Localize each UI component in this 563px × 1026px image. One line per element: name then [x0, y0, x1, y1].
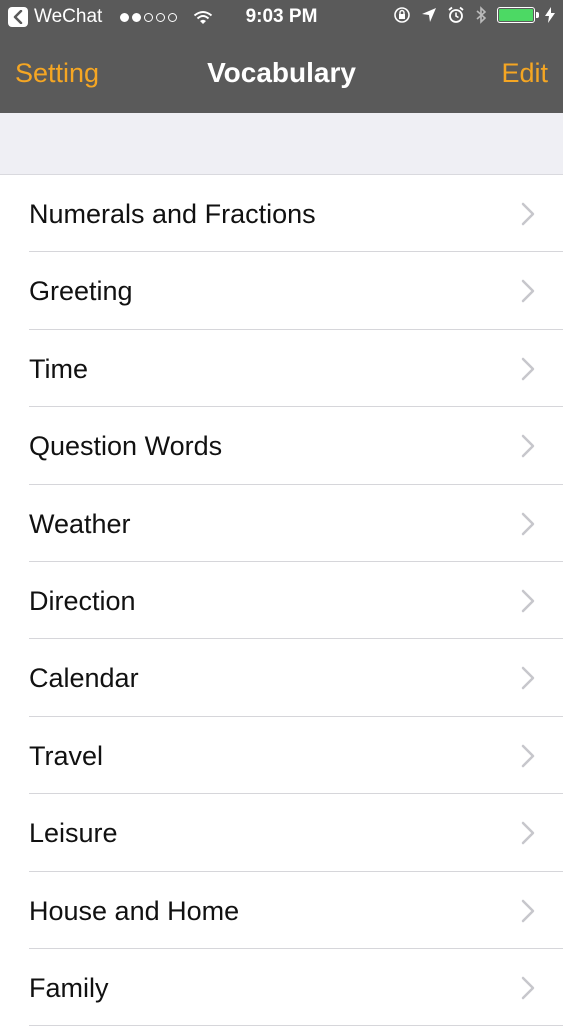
list-item[interactable]: Greeting: [0, 252, 563, 330]
list-item-label: House and Home: [29, 895, 240, 926]
list-item[interactable]: Family: [0, 949, 563, 1026]
chevron-right-icon: [521, 589, 535, 613]
list-item-label: Numerals and Fractions: [29, 199, 316, 229]
chevron-right-icon: [521, 744, 535, 767]
chevron-right-icon: [521, 202, 535, 226]
section-header-spacer: [0, 113, 563, 175]
chevron-right-icon: [521, 821, 535, 845]
list-item-label: Direction: [29, 585, 136, 616]
chevron-right-icon: [521, 434, 535, 458]
alarm-icon: [448, 6, 464, 23]
navigation-bar: Setting Vocabulary Edit: [0, 38, 563, 113]
vocabulary-list: Numerals and Fractions Greeting Time Questi…: [0, 175, 563, 1026]
list-item-label: Weather: [29, 508, 131, 539]
battery-icon: [497, 7, 539, 23]
chevron-right-icon: [521, 667, 535, 690]
battery-fill: [499, 9, 533, 21]
list-item[interactable]: Leisure: [0, 794, 563, 872]
status-right: [393, 6, 555, 24]
charging-icon: [545, 7, 555, 23]
list-item[interactable]: Question Words: [0, 407, 563, 485]
list-item[interactable]: House and Home: [0, 872, 563, 949]
list-item-label: Leisure: [29, 818, 118, 849]
chevron-right-icon: [521, 899, 535, 922]
list-item[interactable]: Calendar: [0, 639, 563, 717]
list-item-label: Time: [29, 353, 88, 384]
list-item-label: Family: [29, 972, 109, 1003]
list-item-label: Question Words: [29, 431, 223, 462]
location-icon: [422, 8, 436, 22]
top-bar: WeChat 9:03 PM Setting Vocabulary Edit: [0, 0, 563, 113]
list-item[interactable]: Numerals and Fractions: [0, 175, 563, 253]
page-title: Vocabulary: [207, 57, 356, 88]
status-bar: WeChat 9:03 PM: [0, 0, 563, 38]
list-item-label: Travel: [29, 740, 104, 771]
list-item[interactable]: Weather: [0, 485, 563, 562]
list-item[interactable]: Direction: [0, 562, 563, 640]
chevron-right-icon: [521, 357, 535, 381]
list-item[interactable]: Time: [0, 330, 563, 408]
orientation-lock-icon: [394, 7, 410, 23]
chevron-right-icon: [521, 512, 535, 535]
bluetooth-icon: [476, 6, 487, 24]
list-item-label: Calendar: [29, 663, 139, 694]
list-item-label: Greeting: [29, 276, 133, 307]
chevron-right-icon: [521, 280, 535, 303]
edit-button[interactable]: Edit: [501, 58, 548, 89]
chevron-right-icon: [521, 976, 535, 1000]
list-item[interactable]: Travel: [0, 717, 563, 795]
